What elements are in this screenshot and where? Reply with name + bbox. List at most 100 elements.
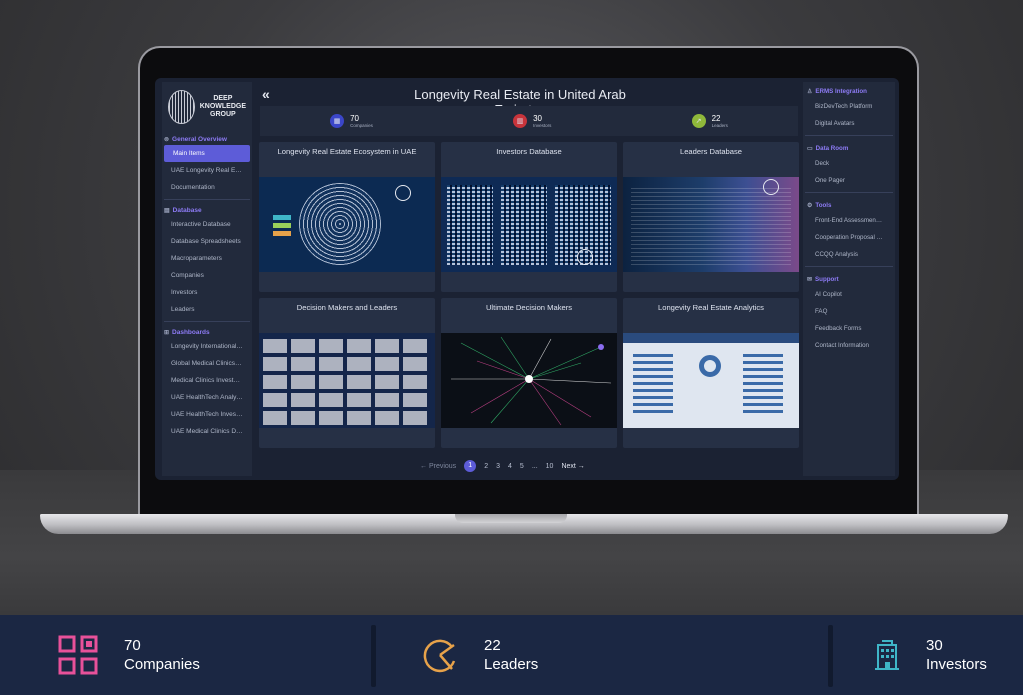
section-dashboards: ⊞ Dashboards (164, 329, 210, 336)
stat-value: 22 (711, 113, 721, 123)
grid-squares-icon (58, 635, 98, 675)
divider (805, 266, 893, 267)
sidebar-item-faq[interactable]: FAQ (803, 303, 895, 320)
stat-leaders[interactable]: ↗ 22 Leaders (691, 113, 728, 129)
sidebar-item-interactive-database[interactable]: Interactive Database (162, 216, 252, 233)
divider (164, 321, 250, 322)
sidebar-item-front-end-assessment[interactable]: Front-End Assessment T... (803, 212, 895, 229)
sidebar-item-ccqq-analysis[interactable]: CCQQ Analysis (803, 246, 895, 263)
section-support: ✉ Support (807, 276, 839, 283)
footer-stat-label: Companies (124, 656, 200, 673)
stat-label: Companies (350, 122, 373, 128)
sidebar-item-macroparameters[interactable]: Macroparameters (162, 250, 252, 267)
page-button[interactable]: 1 (464, 460, 477, 472)
sidebar-item-one-pager[interactable]: One Pager (803, 172, 895, 189)
page-button[interactable]: 10 (546, 463, 554, 470)
collapse-sidebar-button[interactable]: « (262, 86, 270, 102)
network-graph (451, 336, 612, 426)
sidebar-item-documentation[interactable]: Documentation (162, 179, 252, 196)
footer-stat-label: Leaders (484, 656, 539, 673)
card-investors-database[interactable]: Investors Database (441, 142, 617, 292)
logo-badge-icon (763, 179, 779, 195)
page-button[interactable]: 5 (520, 463, 524, 470)
section-data-room: ▭ Data Room (807, 145, 849, 152)
logo-badge-icon (395, 185, 411, 201)
companies-icon: ▦ (330, 114, 345, 128)
sidebar-item-main-items[interactable]: Main Items (164, 145, 250, 162)
page-button[interactable]: 2 (484, 463, 488, 470)
sidebar-item-dashboard-2[interactable]: Global Medical Clinics In... (162, 355, 252, 372)
footer-stat-investors: 30 Investors (874, 615, 987, 695)
footer-stat-value: 70 (124, 637, 141, 654)
footer-stat-leaders: 22 Leaders (422, 615, 538, 695)
sidebar-item-dashboard-1[interactable]: Longevity International ... (162, 338, 252, 355)
database-icon: ▤ (164, 208, 170, 214)
card-grid: Longevity Real Estate Ecosystem in UAE I… (259, 142, 799, 448)
sidebar-item-database-spreadsheets[interactable]: Database Spreadsheets (162, 233, 252, 250)
laptop-screen: DEEP KNOWLEDGE GROUP ⊜ General Overview … (155, 78, 899, 480)
sidebar-item-bizdevtech-platform[interactable]: BizDevTech Platform (803, 98, 895, 115)
footer-stat-companies: 70 Companies (58, 615, 200, 695)
card-ultimate-decision-makers[interactable]: Ultimate Decision Makers (441, 298, 617, 448)
card-analytics[interactable]: Longevity Real Estate Analytics (623, 298, 799, 448)
divider (805, 135, 893, 136)
card-decision-makers[interactable]: Decision Makers and Leaders (259, 298, 435, 448)
folder-icon: ▭ (807, 146, 813, 152)
mail-icon: ✉ (807, 277, 813, 283)
page-button[interactable]: 4 (508, 463, 512, 470)
investors-icon: ▥ (513, 114, 528, 128)
card-leaders-database[interactable]: Leaders Database (623, 142, 799, 292)
next-page-button[interactable]: Next → (561, 463, 584, 470)
network-graph-thumbnail (441, 333, 617, 428)
card-ecosystem[interactable]: Longevity Real Estate Ecosystem in UAE (259, 142, 435, 292)
analytics-thumbnail (623, 333, 799, 428)
brain-logo-icon (168, 90, 195, 124)
logo-text: DEEP KNOWLEDGE GROUP (199, 95, 246, 118)
page-ellipsis: ... (531, 462, 538, 470)
card-title: Investors Database (496, 147, 562, 156)
card-title: Longevity Real Estate Analytics (658, 303, 764, 312)
sidebar-item-uae-longevity-real-estate[interactable]: UAE Longevity Real Estate (162, 162, 252, 179)
strip-divider (371, 625, 376, 687)
stats-bar: ▦ 70 Companies ▥ 30 Investors ↗ 22 Leade… (260, 106, 798, 136)
right-sidebar: ♙ ERMS Integration BizDevTech Platform D… (803, 82, 895, 476)
page-button[interactable]: 3 (496, 463, 500, 470)
stat-value: 30 (533, 113, 543, 123)
sidebar-item-dashboard-5[interactable]: UAE HealthTech Investm... (162, 406, 252, 423)
leaders-icon: ↗ (691, 114, 706, 128)
sidebar-item-cooperation-proposal[interactable]: Cooperation Proposal G... (803, 229, 895, 246)
stat-label: Investors (533, 122, 552, 128)
previous-page-button[interactable]: ← Previous (420, 463, 456, 470)
sidebar-item-dashboard-3[interactable]: Medical Clinics Investme... (162, 372, 252, 389)
sidebar-item-contact-information[interactable]: Contact Information (803, 337, 895, 354)
logo-badge-icon (577, 249, 593, 265)
sidebar-item-dashboard-6[interactable]: UAE Medical Clinics Das... (162, 423, 252, 440)
footer-stat-label: Investors (926, 656, 987, 673)
sidebar-item-deck[interactable]: Deck (803, 155, 895, 172)
footer-stat-value: 30 (926, 637, 943, 654)
card-title: Ultimate Decision Makers (485, 303, 573, 312)
logo: DEEP KNOWLEDGE GROUP (162, 82, 252, 132)
laptop-notch (455, 514, 567, 523)
stat-label: Leaders (711, 122, 728, 128)
divider (805, 192, 893, 193)
sidebar-item-leaders[interactable]: Leaders (162, 301, 252, 318)
stat-companies[interactable]: ▦ 70 Companies (330, 114, 373, 129)
sidebar-item-dashboard-4[interactable]: UAE HealthTech Analytic... (162, 389, 252, 406)
card-title: Leaders Database (679, 147, 743, 156)
tools-icon: ⚙ (807, 203, 813, 209)
sidebar-item-investors[interactable]: Investors (162, 284, 252, 301)
sidebar-item-digital-avatars[interactable]: Digital Avatars (803, 115, 895, 132)
leaders-thumbnail (623, 177, 799, 272)
footer-stats-strip: 70 Companies 22 Leaders 30 Investors (0, 615, 1023, 695)
dashboard-icon: ⊞ (164, 330, 170, 336)
sidebar-item-ai-copilot[interactable]: AI Copilot (803, 286, 895, 303)
stat-investors[interactable]: ▥ 30 Investors (513, 114, 551, 129)
user-icon: ♙ (807, 89, 813, 95)
ecosystem-thumbnail (259, 177, 435, 272)
card-title: Decision Makers and Leaders (296, 303, 398, 312)
sidebar-item-feedback-forms[interactable]: Feedback Forms (803, 320, 895, 337)
building-icon (875, 640, 899, 670)
section-tools: ⚙ Tools (807, 202, 832, 209)
sidebar-item-companies[interactable]: Companies (162, 267, 252, 284)
